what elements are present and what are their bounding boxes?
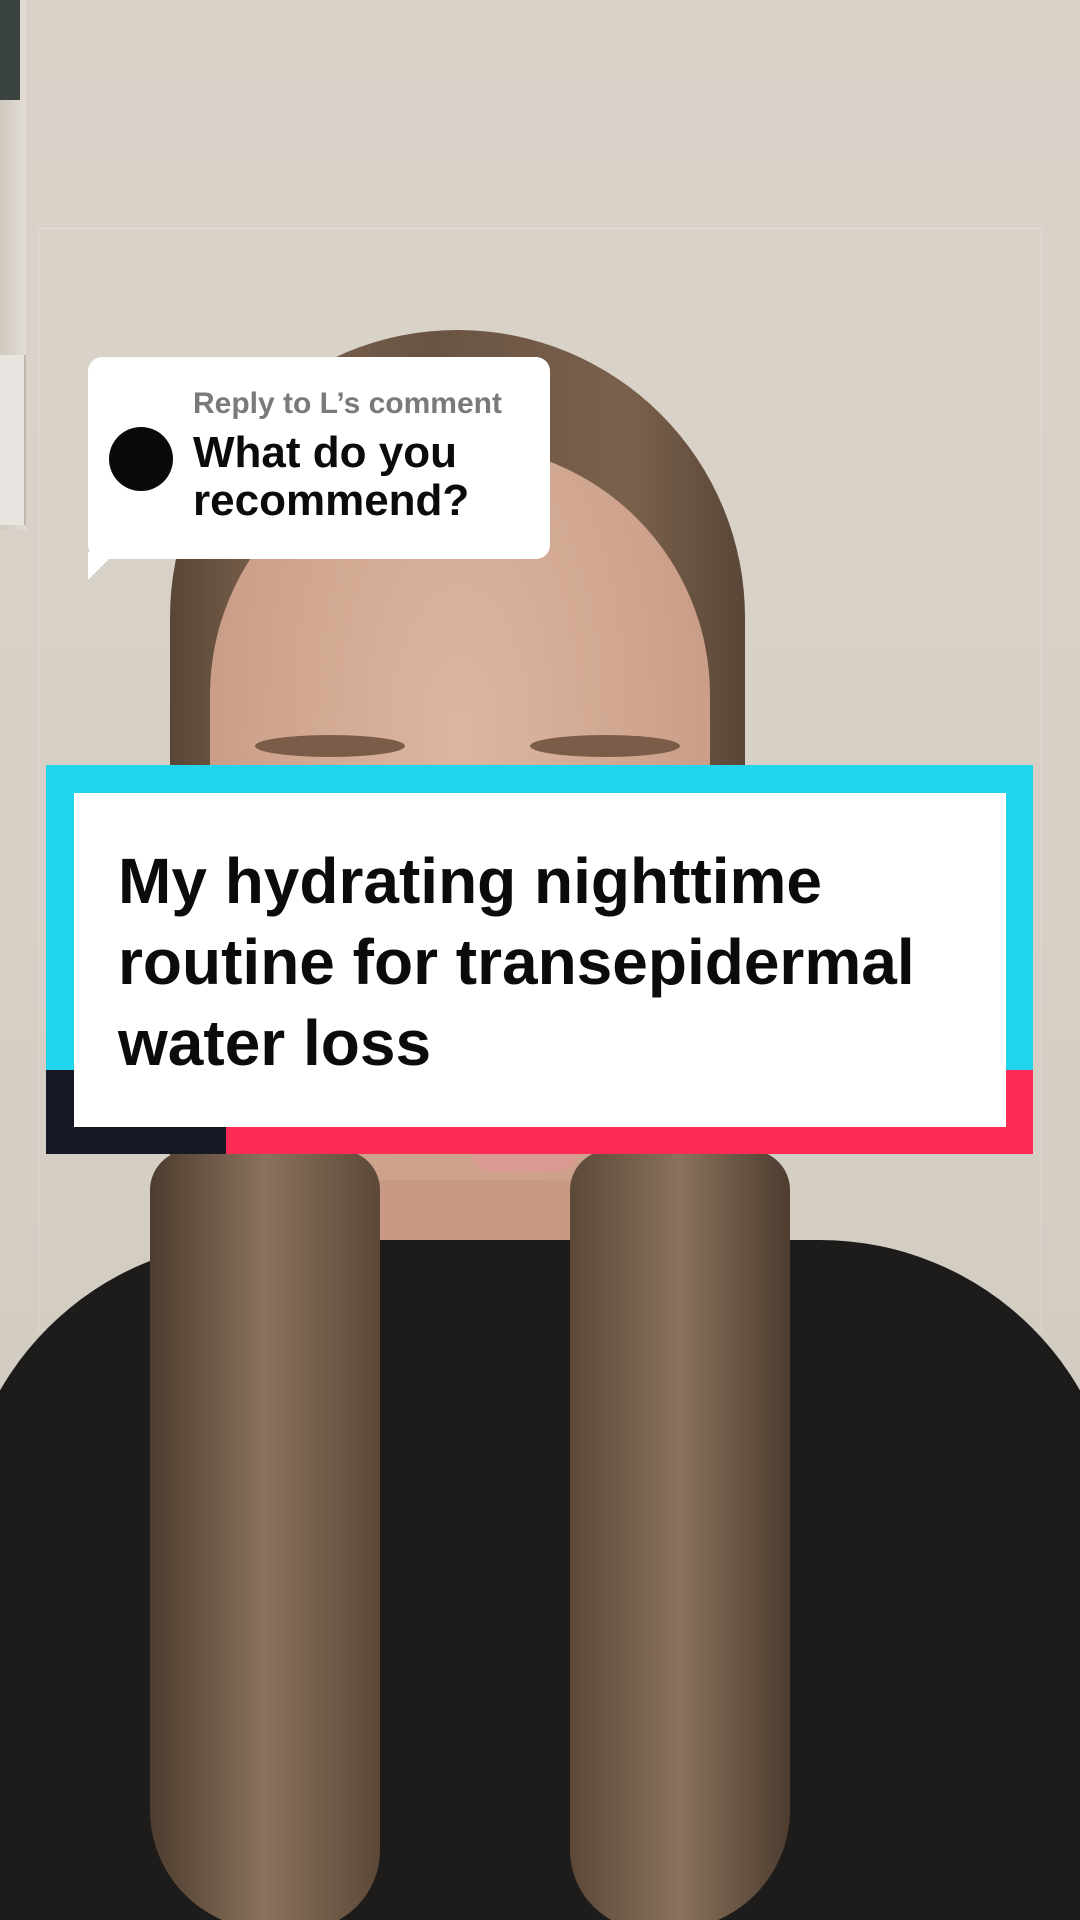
video-frame: Reply to L’s comment What do you recomme… bbox=[0, 0, 1080, 1920]
person-eyebrow-right bbox=[530, 735, 680, 757]
wall-picture-frame bbox=[0, 0, 20, 100]
wall-poster bbox=[0, 355, 26, 525]
title-text: My hydrating nighttime routine for trans… bbox=[118, 845, 915, 1079]
reply-bubble-tail bbox=[88, 552, 116, 580]
title-card: My hydrating nighttime routine for trans… bbox=[46, 765, 1033, 1154]
person-hair-strand-right bbox=[570, 1150, 790, 1920]
title-card-panel: My hydrating nighttime routine for trans… bbox=[74, 793, 1006, 1127]
reply-comment-sticker[interactable]: Reply to L’s comment What do you recomme… bbox=[88, 357, 550, 559]
person-eyebrow-left bbox=[255, 735, 405, 757]
commenter-avatar bbox=[109, 427, 173, 491]
reply-label: Reply to L’s comment bbox=[193, 387, 502, 420]
person-hair-strand-left bbox=[150, 1150, 380, 1920]
reply-comment-text: What do you recommend? bbox=[193, 428, 470, 525]
